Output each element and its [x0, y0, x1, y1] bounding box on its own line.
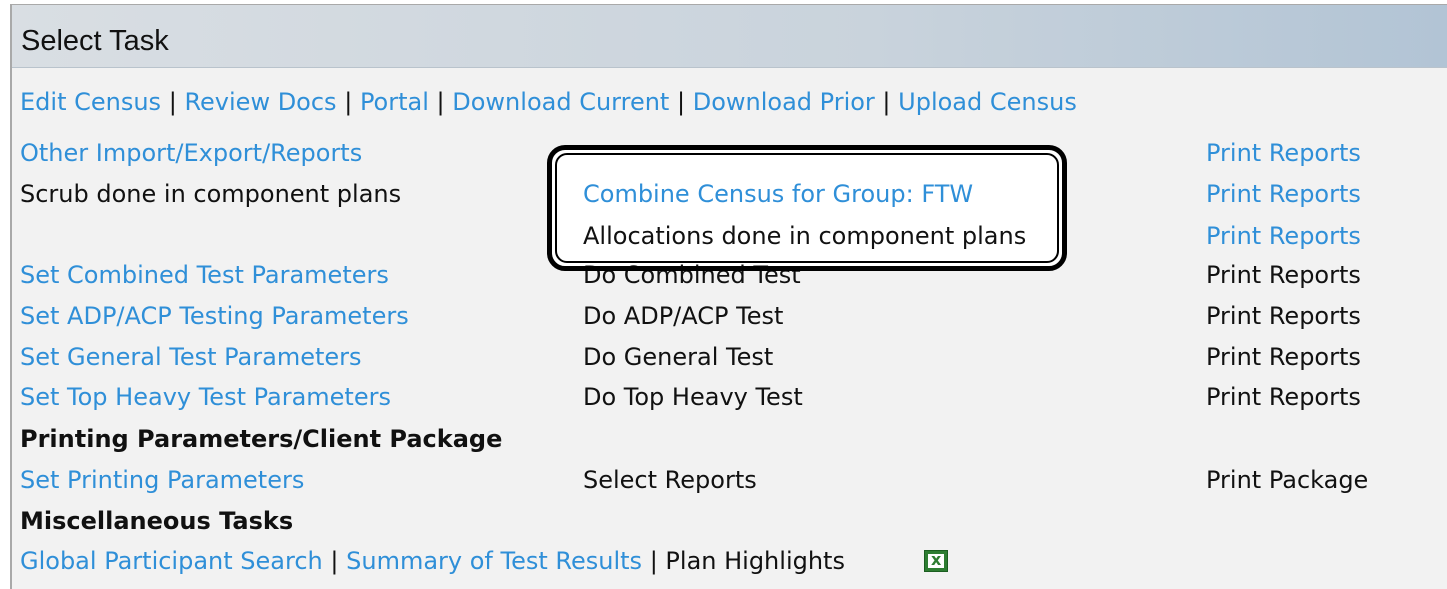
separator: |: [649, 547, 658, 575]
set-adp-acp-parameters-link[interactable]: Set ADP/ACP Testing Parameters: [20, 301, 409, 331]
set-general-test-parameters-link[interactable]: Set General Test Parameters: [20, 342, 362, 372]
misc-section-heading: Miscellaneous Tasks: [20, 507, 294, 535]
download-prior-link[interactable]: Download Prior: [693, 88, 875, 116]
set-printing-parameters-link[interactable]: Set Printing Parameters: [20, 465, 304, 495]
excel-icon[interactable]: [924, 550, 948, 572]
portal-link[interactable]: Portal: [360, 88, 429, 116]
download-current-link[interactable]: Download Current: [452, 88, 669, 116]
nav-links: Edit Census | Review Docs | Portal | Dow…: [20, 87, 1077, 117]
other-import-export-link[interactable]: Other Import/Export/Reports: [20, 138, 362, 168]
global-participant-search-link[interactable]: Global Participant Search: [20, 547, 323, 575]
do-adp-acp-test-text: Do ADP/ACP Test: [583, 302, 784, 330]
select-reports-text: Select Reports: [583, 466, 757, 494]
separator: |: [168, 88, 177, 116]
allocations-status-text: Allocations done in component plans: [583, 222, 1027, 250]
print-package-text: Print Package: [1206, 466, 1369, 494]
printing-section-heading: Printing Parameters/Client Package: [20, 425, 503, 453]
combine-census-link[interactable]: Combine Census for Group: FTW: [583, 179, 973, 209]
separator: |: [676, 88, 686, 116]
set-combined-test-parameters-link[interactable]: Set Combined Test Parameters: [20, 260, 389, 290]
print-reports-link[interactable]: Print Reports: [1206, 221, 1361, 251]
print-reports-text: Print Reports: [1206, 383, 1361, 411]
summary-of-test-results-link[interactable]: Summary of Test Results: [346, 547, 642, 575]
separator: |: [436, 88, 445, 116]
panel-header: Select Task: [12, 5, 1447, 68]
do-general-test-text: Do General Test: [583, 343, 774, 371]
print-reports-text: Print Reports: [1206, 343, 1361, 371]
page-title: Select Task: [21, 25, 169, 57]
edit-census-link[interactable]: Edit Census: [20, 88, 161, 116]
separator: |: [882, 88, 891, 116]
scrub-status-text: Scrub done in component plans: [20, 180, 402, 208]
misc-links-row: Global Participant Search | Summary of T…: [20, 546, 845, 576]
print-reports-text: Print Reports: [1206, 261, 1361, 289]
separator: |: [344, 88, 353, 116]
review-docs-link[interactable]: Review Docs: [184, 88, 336, 116]
print-reports-link[interactable]: Print Reports: [1206, 138, 1361, 168]
separator: |: [330, 547, 339, 575]
upload-census-link[interactable]: Upload Census: [898, 88, 1077, 116]
do-combined-test-text: Do Combined Test: [583, 261, 801, 289]
plan-highlights-text: Plan Highlights: [665, 547, 845, 575]
print-reports-text: Print Reports: [1206, 302, 1361, 330]
do-top-heavy-test-text: Do Top Heavy Test: [583, 383, 803, 411]
print-reports-link[interactable]: Print Reports: [1206, 179, 1361, 209]
set-top-heavy-parameters-link[interactable]: Set Top Heavy Test Parameters: [20, 382, 391, 412]
